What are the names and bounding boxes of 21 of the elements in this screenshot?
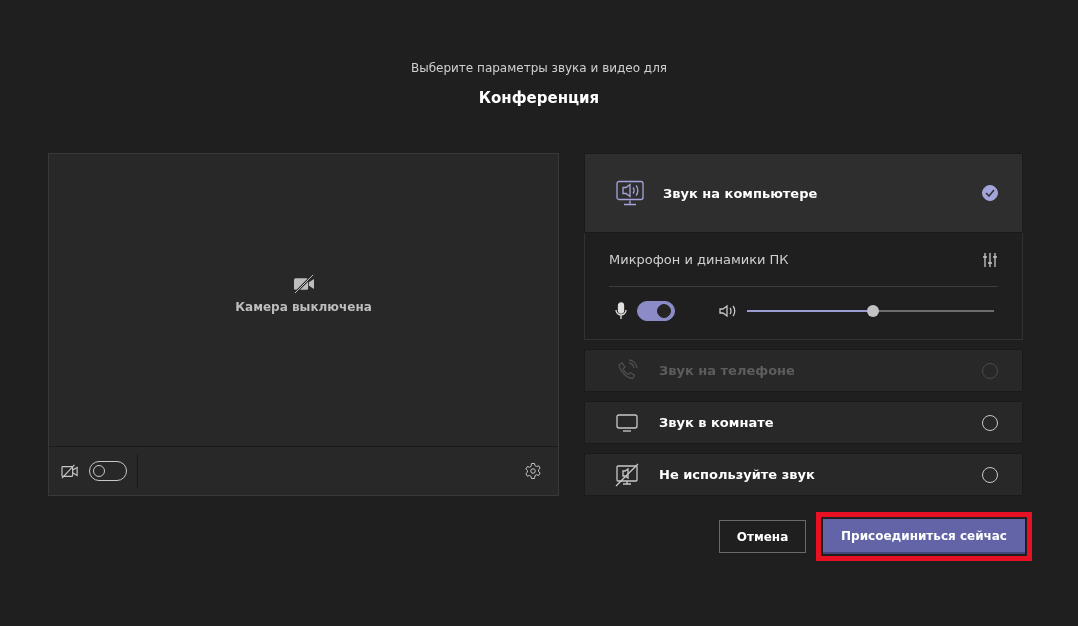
- camera-off-icon[interactable]: [61, 463, 79, 479]
- device-name-text: Микрофон и динамики ПК: [609, 252, 789, 267]
- sliders-icon[interactable]: [982, 251, 998, 268]
- cancel-button[interactable]: Отмена: [719, 520, 806, 553]
- speaker-icon: [719, 304, 737, 318]
- audio-option[interactable]: Не используйте звук: [584, 453, 1023, 496]
- muted-monitor-icon: [613, 462, 641, 487]
- settings-icon[interactable]: [524, 462, 542, 480]
- subtitle-text: Выберите параметры звука и видео для: [410, 61, 668, 75]
- audio-option[interactable]: Звук на компьютере: [584, 153, 1023, 233]
- microphone-icon: [615, 302, 627, 320]
- speaker-monitor-icon: [615, 179, 645, 207]
- radio-button[interactable]: [982, 185, 998, 201]
- meeting-title: Конференция: [478, 89, 600, 107]
- volume-slider[interactable]: [747, 305, 994, 317]
- microphone-toggle[interactable]: [637, 301, 675, 321]
- checkmark-icon: [985, 189, 995, 197]
- camera-off-icon: [292, 274, 315, 294]
- audio-option[interactable]: Звук в комнате: [584, 401, 1023, 444]
- slider-thumb[interactable]: [866, 305, 879, 317]
- camera-status-text: Камера выключена: [235, 300, 372, 314]
